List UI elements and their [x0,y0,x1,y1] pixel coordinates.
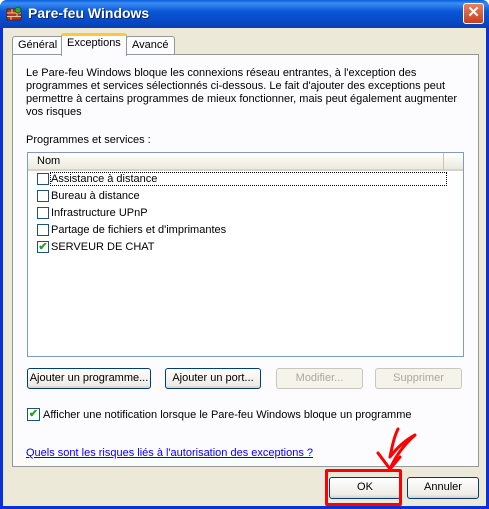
checkmark-icon: ✔ [28,408,39,420]
checkbox-checked[interactable]: ✔ [37,241,49,253]
exceptions-panel: Le Pare-feu Windows bloque les connexion… [12,54,479,467]
list-item[interactable]: Partage de fichiers et d'imprimantes [28,222,463,239]
risks-help-link[interactable]: Quels sont les risques liés à l'autorisa… [26,447,313,459]
tab-exceptions[interactable]: Exceptions [61,33,127,56]
close-icon: ✕ [467,4,480,21]
notify-label: Afficher une notification lorsque le Par… [43,409,412,421]
checkbox[interactable] [37,190,49,202]
add-port-button[interactable]: Ajouter un port... [165,368,261,389]
list-item[interactable]: Infrastructure UPnP [28,205,463,222]
tab-general[interactable]: Général [12,36,64,55]
list-item[interactable]: Assistance à distance [28,171,463,188]
tab-general-label: Général [18,39,58,51]
annotation-arrow-icon [376,427,417,471]
cancel-button[interactable]: Annuler [407,477,479,499]
checkbox[interactable] [37,173,49,185]
modify-button[interactable]: Modifier... [276,368,363,389]
firewall-icon [6,6,22,21]
list-item[interactable]: ✔ SERVEUR DE CHAT [28,239,463,256]
list-item-label: Assistance à distance [50,172,447,186]
checkbox[interactable] [37,224,49,236]
tab-advanced[interactable]: Avancé [126,36,175,55]
list-item-label: SERVEUR DE CHAT [51,241,155,253]
programs-label: Programmes et services : [26,134,151,146]
close-button[interactable]: ✕ [463,3,484,24]
list-header: Nom [28,153,463,171]
checkbox[interactable] [37,207,49,219]
list-item-label: Partage de fichiers et d'imprimantes [51,224,227,236]
notify-checkbox[interactable]: ✔ [27,408,40,421]
column-header-name[interactable]: Nom [28,153,444,170]
add-program-button[interactable]: Ajouter un programme... [27,368,151,389]
description-text: Le Pare-feu Windows bloque les connexion… [26,67,458,118]
programs-list[interactable]: Nom Assistance à distance Bureau à dista… [27,152,464,357]
tab-exceptions-label: Exceptions [67,37,121,49]
delete-button[interactable]: Supprimer [375,368,462,389]
list-item-label: Infrastructure UPnP [51,207,148,219]
checkmark-icon: ✔ [38,241,48,253]
window-title: Pare-feu Windows [28,5,150,21]
list-item[interactable]: Bureau à distance [28,188,463,205]
tab-advanced-label: Avancé [132,39,169,51]
title-bar[interactable]: Pare-feu Windows ✕ [0,0,489,28]
list-item-label: Bureau à distance [51,190,140,202]
